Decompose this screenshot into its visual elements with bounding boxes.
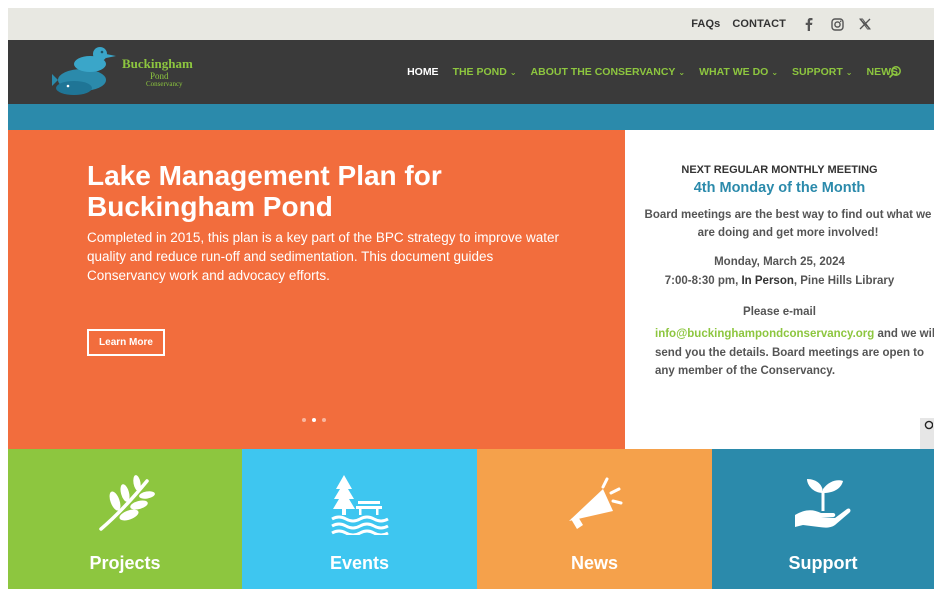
- slider-pagination: [302, 418, 326, 422]
- meeting-heading: NEXT REGULAR MONTHLY MEETING: [681, 164, 878, 176]
- nav-the-pond[interactable]: THE POND ⌄: [453, 66, 517, 78]
- slider-dot[interactable]: [322, 418, 326, 422]
- top-links: FAQs CONTACT: [691, 8, 786, 40]
- duck-fish-logo-icon: [50, 47, 116, 95]
- meeting-contact-lead: Please e-mail: [743, 306, 816, 318]
- search-icon[interactable]: [888, 65, 902, 79]
- nav-what-we-do-label: WHAT WE DO: [699, 66, 769, 78]
- meeting-date: Monday, March 25, 2024: [714, 256, 845, 268]
- nav-support[interactable]: SUPPORT ⌄: [792, 66, 852, 78]
- learn-more-button[interactable]: Learn More: [87, 329, 165, 356]
- faqs-link[interactable]: FAQs: [691, 18, 720, 30]
- nav-support-label: SUPPORT: [792, 66, 843, 78]
- meeting-time-location: 7:00-8:30 pm, In Person, Pine Hills Libr…: [625, 275, 934, 287]
- social-links: [802, 8, 872, 40]
- logo-line-1: Buckingham: [122, 56, 193, 71]
- tile-news[interactable]: News: [477, 449, 712, 589]
- meeting-info-panel: NEXT REGULAR MONTHLY MEETING 4th Monday …: [625, 130, 934, 490]
- contact-link[interactable]: CONTACT: [732, 18, 786, 30]
- chevron-down-icon: ⌄: [678, 68, 686, 77]
- facebook-icon[interactable]: [802, 17, 816, 31]
- meeting-intro: Board meetings are the best way to find …: [644, 209, 932, 239]
- instagram-icon[interactable]: [830, 17, 844, 31]
- slider-dot-active[interactable]: [312, 418, 316, 422]
- x-icon[interactable]: [858, 17, 872, 31]
- branch-leaves-icon: [99, 475, 155, 531]
- tile-support-label: Support: [788, 553, 858, 573]
- meeting-in-person: In Person: [741, 275, 794, 287]
- main-header: Buckingham Pond Conservancy HOME THE PON…: [8, 40, 934, 104]
- meeting-schedule: 4th Monday of the Month: [693, 180, 866, 196]
- main-nav: HOME THE POND ⌄ ABOUT THE CONSERVANCY ⌄ WH…: [407, 40, 898, 104]
- nav-about[interactable]: ABOUT THE CONSERVANCY ⌄: [531, 66, 686, 78]
- nav-about-label: ABOUT THE CONSERVANCY: [530, 66, 676, 78]
- tile-events-label: Events: [329, 553, 390, 573]
- tile-support[interactable]: Support: [712, 449, 934, 589]
- nav-home[interactable]: HOME: [407, 66, 439, 78]
- chevron-down-icon: ⌄: [771, 68, 779, 77]
- search-icon: [923, 420, 934, 435]
- tree-bench-water-icon: [330, 475, 389, 535]
- nav-what-we-do[interactable]: WHAT WE DO ⌄: [699, 66, 778, 78]
- hero-title: Lake Management Plan for Buckingham Pond: [87, 160, 442, 222]
- meeting-contact-text: info@buckinghampondconservancy.org and w…: [655, 325, 934, 381]
- site-logo[interactable]: Buckingham Pond Conservancy: [50, 44, 202, 100]
- megaphone-icon: [568, 477, 622, 529]
- nav-the-pond-label: THE POND: [452, 66, 507, 78]
- meeting-time: 7:00-8:30 pm,: [664, 275, 742, 287]
- logo-line-3: Conservancy: [146, 80, 183, 88]
- meeting-location: , Pine Hills Library: [793, 275, 895, 287]
- tile-projects[interactable]: Projects: [8, 449, 242, 589]
- tile-news-label: News: [570, 553, 619, 573]
- top-utility-bar: FAQs CONTACT: [8, 8, 934, 40]
- logo-wordmark: Buckingham Pond Conservancy: [122, 56, 193, 88]
- slider-dot[interactable]: [302, 418, 306, 422]
- hero-description: Completed in 2015, this plan is a key pa…: [87, 230, 559, 283]
- hand-plant-icon: [795, 479, 851, 528]
- chevron-down-icon: ⌄: [509, 68, 517, 77]
- header-accent-strip: [8, 104, 934, 130]
- hero-slider: Lake Management Plan for Buckingham Pond…: [8, 130, 625, 449]
- nav-home-label: HOME: [407, 66, 439, 78]
- chevron-down-icon: ⌄: [845, 68, 853, 77]
- email-link[interactable]: info@buckinghampondconservancy.org: [655, 328, 874, 340]
- tile-events[interactable]: Events: [242, 449, 477, 589]
- page: FAQs CONTACT Buckingham Pond Conservancy…: [8, 8, 934, 589]
- tile-projects-label: Projects: [89, 553, 161, 573]
